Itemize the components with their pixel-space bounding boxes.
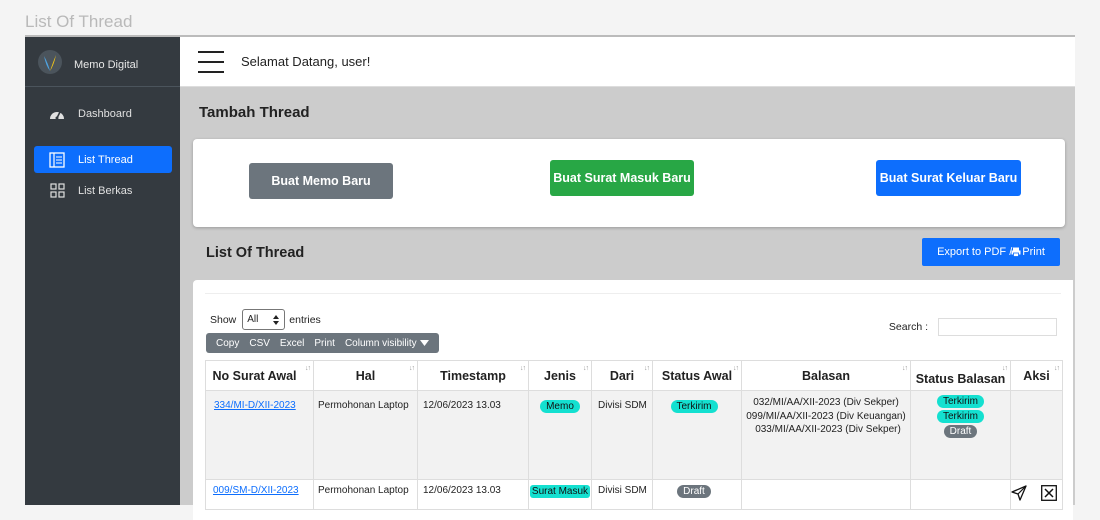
column-header-balasan[interactable]: Balasan ↓↑ xyxy=(741,360,911,391)
no-surat-link[interactable]: 334/MI-D/XII-2023 xyxy=(206,400,296,411)
tambah-thread-card: Buat Memo Baru Buat Surat Masuk Baru Bua… xyxy=(193,139,1065,227)
sort-icon: ↓↑ xyxy=(583,365,589,372)
status-balasan-list: Terkirim Terkirim Draft xyxy=(911,395,1010,438)
status-balasan-badge: Terkirim xyxy=(937,395,984,408)
status-balasan-cell xyxy=(910,479,1011,510)
divider xyxy=(205,293,1061,294)
sidebar-item-label: List Berkas xyxy=(78,184,133,197)
status-awal-badge: Terkirim xyxy=(670,400,718,413)
tambah-thread-title: Tambah Thread xyxy=(199,104,310,121)
column-header-status-awal[interactable]: Status Awal ↓↑ xyxy=(652,360,742,391)
caret-down-icon xyxy=(419,340,429,346)
column-visibility-label: Column visibility xyxy=(344,337,417,349)
printer-icon xyxy=(1011,247,1021,257)
sort-icon: ↓↑ xyxy=(305,365,311,372)
column-header-status-balasan[interactable]: Status Balasan ↓↑ xyxy=(910,360,1011,391)
sidebar-item-dashboard[interactable]: Dashboard xyxy=(34,100,172,127)
app-window: Memo Digital Dashboard List Thread List … xyxy=(25,35,1075,520)
print-button[interactable]: Print xyxy=(309,338,340,349)
entries-length-select[interactable]: All xyxy=(242,309,286,330)
status-balasan-badge: Terkirim xyxy=(937,410,984,423)
thread-table: No Surat Awal ↓↑ Hal ↓↑ Timestamp ↓↑ Jenis ↓… xyxy=(205,360,1063,510)
sort-icon: ↓↑ xyxy=(733,365,739,372)
column-header-aksi[interactable]: Aksi ↓↑ xyxy=(1010,360,1063,391)
grid-icon xyxy=(49,183,65,199)
dari-cell: Divisi SDM xyxy=(591,390,653,480)
balasan-list: 032/MI/AA/XII-2023 (Div Sekper) 099/MI/A… xyxy=(742,396,910,437)
entries-length-value: All xyxy=(247,314,259,325)
brand[interactable]: Memo Digital xyxy=(25,37,180,87)
no-surat-link[interactable]: 009/SM-D/XII-2023 xyxy=(206,485,299,496)
sort-icon: ↓↑ xyxy=(644,365,650,372)
column-visibility-button[interactable]: Column visibility xyxy=(340,338,434,349)
buat-surat-masuk-baru-button[interactable]: Buat Surat Masuk Baru xyxy=(550,160,694,196)
show-entries: Show All entries xyxy=(210,309,321,330)
table-row: 334/MI-D/XII-2023 Permohonan Laptop 12/0… xyxy=(205,390,1063,480)
search-input[interactable] xyxy=(938,318,1057,336)
hal-cell: Permohonan Laptop xyxy=(313,479,418,510)
search-area: Search : xyxy=(889,318,1057,336)
sort-icon: ↓↑ xyxy=(1002,365,1008,372)
column-header-dari[interactable]: Dari ↓↑ xyxy=(591,360,653,391)
show-label: Show xyxy=(210,313,237,326)
buat-surat-keluar-baru-button[interactable]: Buat Surat Keluar Baru xyxy=(876,160,1021,196)
datatable-buttons: Copy CSV Excel Print Column visibility xyxy=(206,333,439,353)
balasan-item: 032/MI/AA/XII-2023 (Div Sekper) xyxy=(753,397,899,408)
excel-button[interactable]: Excel xyxy=(275,338,309,349)
csv-button[interactable]: CSV xyxy=(244,338,275,349)
balasan-item: 033/MI/AA/XII-2023 (Div Sekper) xyxy=(755,424,901,435)
sort-icon: ↓↑ xyxy=(902,365,908,372)
topbar: Selamat Datang, user! xyxy=(180,37,1075,87)
jenis-badge: Surat Masuk xyxy=(529,485,591,498)
sort-icon: ↓↑ xyxy=(409,365,415,372)
sidebar-item-label: Dashboard xyxy=(78,107,132,120)
hal-cell: Permohonan Laptop xyxy=(313,390,418,480)
main-content: Tambah Thread Buat Memo Baru Buat Surat … xyxy=(180,87,1075,520)
buat-memo-baru-button[interactable]: Buat Memo Baru xyxy=(249,163,393,199)
welcome-text: Selamat Datang, user! xyxy=(241,54,371,69)
speedometer-icon xyxy=(49,106,65,122)
entries-label: entries xyxy=(289,313,321,326)
timestamp-cell: 12/06/2023 13.03 xyxy=(417,479,529,510)
copy-button[interactable]: Copy xyxy=(211,338,244,349)
export-label: Export to PDF / xyxy=(937,246,1013,258)
list-icon xyxy=(49,151,65,168)
sidebar-item-list-thread[interactable]: List Thread xyxy=(34,146,172,173)
column-header-no-surat-awal[interactable]: No Surat Awal ↓↑ xyxy=(205,360,314,391)
status-awal-badge: Draft xyxy=(677,485,711,498)
aksi-actions xyxy=(1011,485,1062,501)
sidebar-item-list-berkas[interactable]: List Berkas xyxy=(34,177,172,204)
sort-icon: ↓↑ xyxy=(1054,365,1060,372)
list-of-thread-card: Show All entries Search : Copy CSV Excel… xyxy=(193,280,1073,520)
up-down-chevron-icon xyxy=(273,314,280,325)
search-label: Search : xyxy=(888,321,928,333)
close-icon[interactable] xyxy=(1041,485,1057,501)
aksi-cell xyxy=(1010,390,1063,480)
balasan-item: 099/MI/AA/XII-2023 (Div Keuangan) xyxy=(746,410,906,422)
list-of-thread-title: List Of Thread xyxy=(206,245,305,261)
brand-logo-icon xyxy=(38,49,62,74)
brand-name: Memo Digital xyxy=(74,58,139,71)
send-icon[interactable] xyxy=(1011,485,1027,501)
export-pdf-print-button[interactable]: Export to PDF / Print xyxy=(922,238,1060,266)
table-header-row: No Surat Awal ↓↑ Hal ↓↑ Timestamp ↓↑ Jenis ↓… xyxy=(205,360,1063,391)
dari-cell: Divisi SDM xyxy=(591,479,653,510)
hamburger-menu-icon[interactable] xyxy=(198,50,224,73)
sort-icon: ↓↑ xyxy=(520,365,526,372)
timestamp-cell: 12/06/2023 13.03 xyxy=(417,390,529,480)
table-row: 009/SM-D/XII-2023 Permohonan Laptop 12/0… xyxy=(205,479,1063,510)
sidebar: Memo Digital Dashboard List Thread List … xyxy=(25,37,180,505)
column-header-jenis[interactable]: Jenis ↓↑ xyxy=(528,360,592,391)
status-balasan-badge: Draft xyxy=(943,425,978,438)
column-header-timestamp[interactable]: Timestamp ↓↑ xyxy=(417,360,529,391)
jenis-badge: Memo xyxy=(540,400,580,413)
print-label: Print xyxy=(1022,246,1045,258)
balasan-cell xyxy=(741,479,911,510)
column-header-hal[interactable]: Hal ↓↑ xyxy=(313,360,418,391)
sidebar-item-label: List Thread xyxy=(78,153,133,166)
page-caption: List Of Thread xyxy=(25,12,133,31)
